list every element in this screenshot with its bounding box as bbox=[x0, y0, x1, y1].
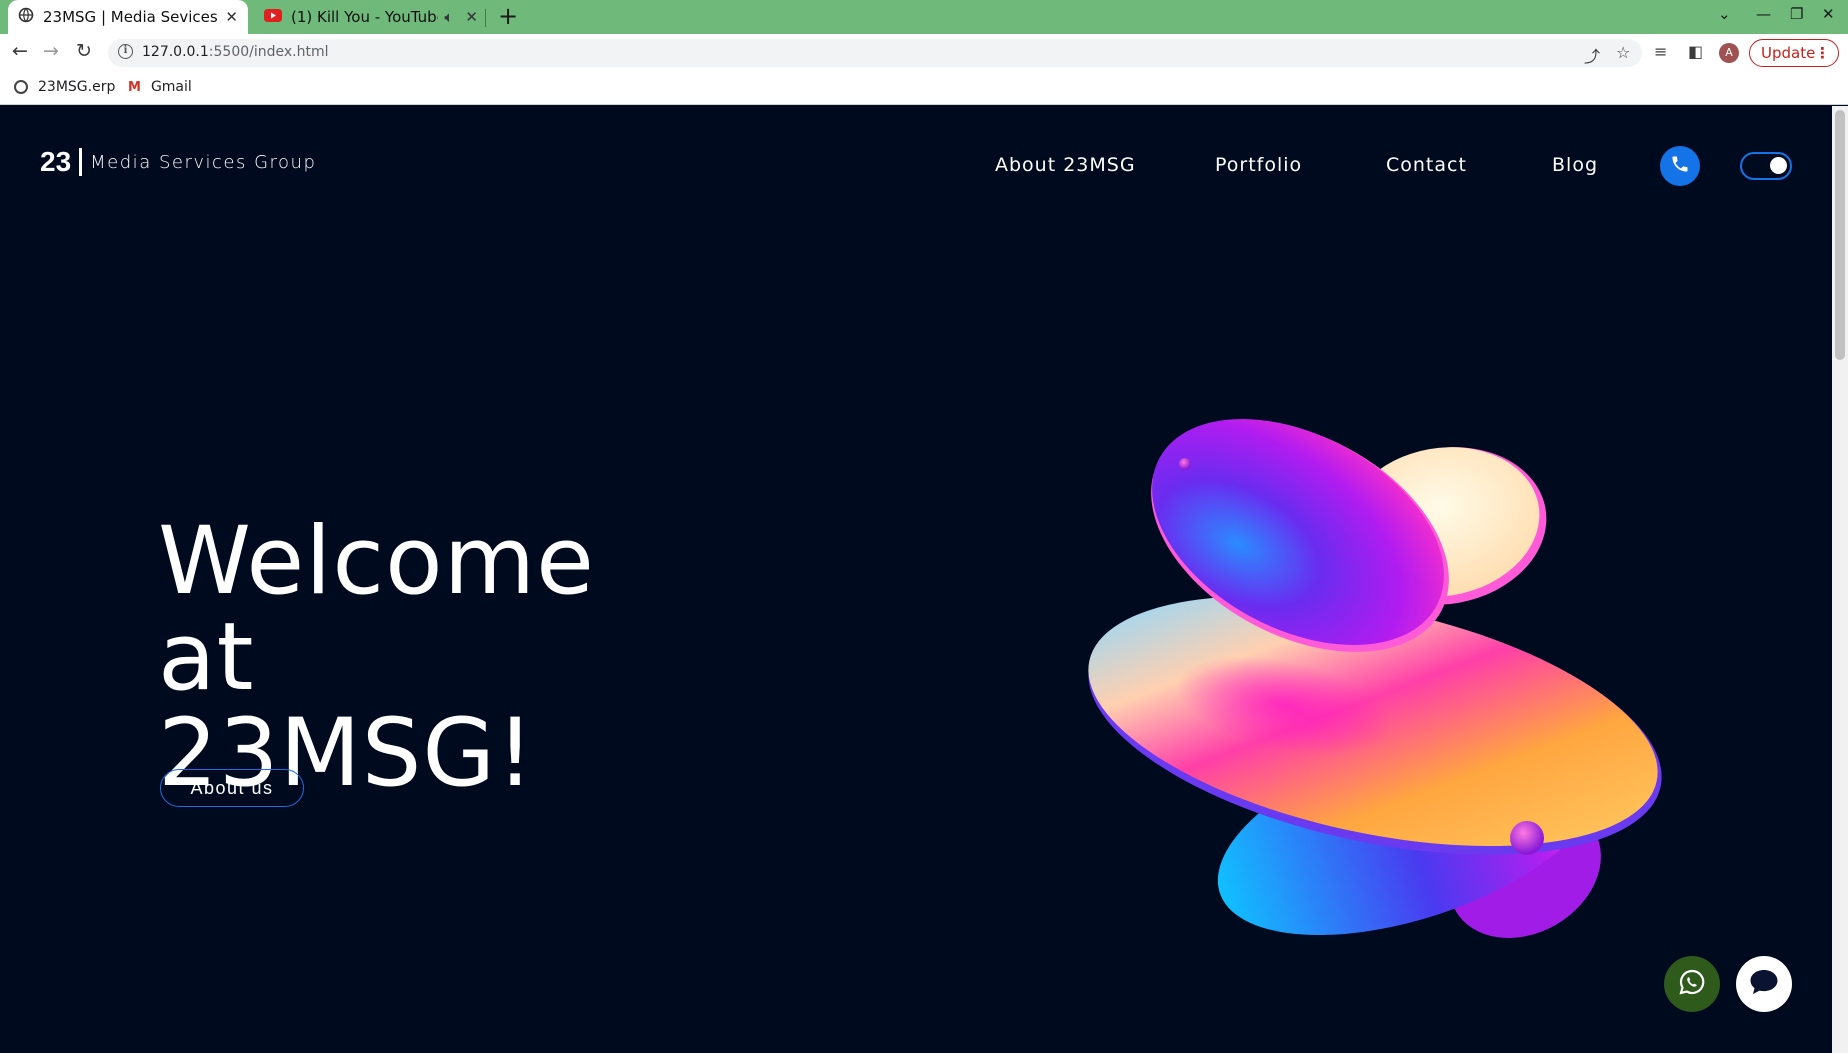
about-us-button[interactable]: About us bbox=[160, 769, 304, 807]
whatsapp-button[interactable] bbox=[1664, 956, 1720, 1012]
whatsapp-icon bbox=[1678, 968, 1706, 1000]
hero-title-line1: Welcome at bbox=[158, 507, 595, 712]
scrollbar-thumb[interactable] bbox=[1835, 110, 1845, 360]
bookmarks-bar: 23MSG.erp M Gmail bbox=[0, 72, 1848, 105]
theme-toggle[interactable] bbox=[1740, 152, 1792, 180]
tab-title: (1) Kill You - YouTube bbox=[291, 8, 439, 26]
close-tab-icon[interactable]: ✕ bbox=[465, 8, 478, 26]
tab-23msg[interactable]: 23MSG | Media Sevices Gr ✕ bbox=[8, 0, 248, 34]
youtube-icon bbox=[264, 8, 282, 26]
logo-divider bbox=[79, 148, 83, 176]
close-tab-icon[interactable]: ✕ bbox=[225, 8, 238, 26]
site-info-icon[interactable]: i bbox=[118, 44, 133, 59]
chat-bubble-icon bbox=[1748, 967, 1780, 1001]
phone-icon bbox=[1670, 154, 1690, 178]
bookmark-23msg-erp[interactable]: 23MSG.erp bbox=[14, 79, 115, 95]
nav-portfolio[interactable]: Portfolio bbox=[1215, 154, 1302, 176]
tab-search-icon[interactable]: ⌄ bbox=[1718, 5, 1731, 23]
page-scrollbar[interactable] bbox=[1832, 106, 1848, 1053]
tab-title: 23MSG | Media Sevices Gr bbox=[43, 8, 219, 26]
back-icon[interactable]: ← bbox=[12, 40, 28, 62]
toggle-knob bbox=[1770, 157, 1787, 174]
restore-icon[interactable]: ❐ bbox=[1790, 5, 1803, 23]
reload-icon[interactable]: ↻ bbox=[76, 40, 92, 62]
browser-tab-bar: 23MSG | Media Sevices Gr ✕ (1) Kill You … bbox=[0, 0, 1848, 34]
update-button[interactable]: Update ⋮ bbox=[1749, 39, 1839, 67]
reading-list-icon[interactable]: ≡ bbox=[1654, 42, 1667, 61]
nav-blog[interactable]: Blog bbox=[1552, 154, 1598, 176]
new-tab-icon[interactable]: + bbox=[498, 2, 518, 30]
bookmark-gmail[interactable]: M Gmail bbox=[128, 79, 192, 95]
hero-abstract-illustration bbox=[1088, 419, 1662, 938]
update-label: Update bbox=[1761, 44, 1816, 62]
share-icon[interactable]: ⤴ bbox=[1584, 43, 1600, 67]
phone-button[interactable] bbox=[1660, 146, 1700, 186]
bookmark-label: 23MSG.erp bbox=[38, 79, 116, 95]
side-panel-icon[interactable]: ◧ bbox=[1688, 42, 1703, 61]
minimize-icon[interactable]: — bbox=[1756, 5, 1771, 23]
forward-icon[interactable]: → bbox=[43, 40, 59, 62]
speaker-icon[interactable]: 🔈︎ bbox=[444, 8, 453, 26]
bookmark-label: Gmail bbox=[150, 79, 192, 95]
url-text[interactable]: 127.0.0.1:5500/index.html bbox=[142, 44, 329, 60]
gmail-icon: M bbox=[128, 79, 141, 95]
nav-about[interactable]: About 23MSG bbox=[995, 154, 1136, 176]
menu-dots-icon: ⋮ bbox=[1815, 44, 1830, 62]
nav-contact[interactable]: Contact bbox=[1386, 154, 1467, 176]
globe-icon bbox=[14, 80, 28, 94]
logo-number: 23 bbox=[40, 146, 72, 177]
close-window-icon[interactable]: ✕ bbox=[1822, 5, 1835, 23]
url-path: :5500/index.html bbox=[208, 44, 329, 60]
browser-toolbar: ← → ↻ i 127.0.0.1:5500/index.html ⤴ ☆ ≡ … bbox=[0, 34, 1848, 72]
tab-youtube[interactable]: (1) Kill You - YouTube 🔈︎ ✕ bbox=[256, 0, 486, 34]
address-bar[interactable]: i 127.0.0.1:5500/index.html ⤴ ☆ bbox=[108, 39, 1642, 67]
hero-title: Welcome at 23MSG! bbox=[158, 514, 718, 802]
tab-separator bbox=[485, 9, 486, 27]
bookmark-star-icon[interactable]: ☆ bbox=[1616, 43, 1630, 62]
logo-text: Media Services Group bbox=[90, 151, 317, 173]
url-host: 127.0.0.1 bbox=[142, 44, 209, 60]
profile-avatar[interactable]: A bbox=[1719, 43, 1739, 63]
website-viewport: 23 Media Services Group About 23MSG Port… bbox=[0, 106, 1832, 1053]
chat-button[interactable] bbox=[1736, 956, 1792, 1012]
globe-icon bbox=[18, 7, 34, 27]
site-logo[interactable]: 23 Media Services Group bbox=[40, 146, 316, 178]
